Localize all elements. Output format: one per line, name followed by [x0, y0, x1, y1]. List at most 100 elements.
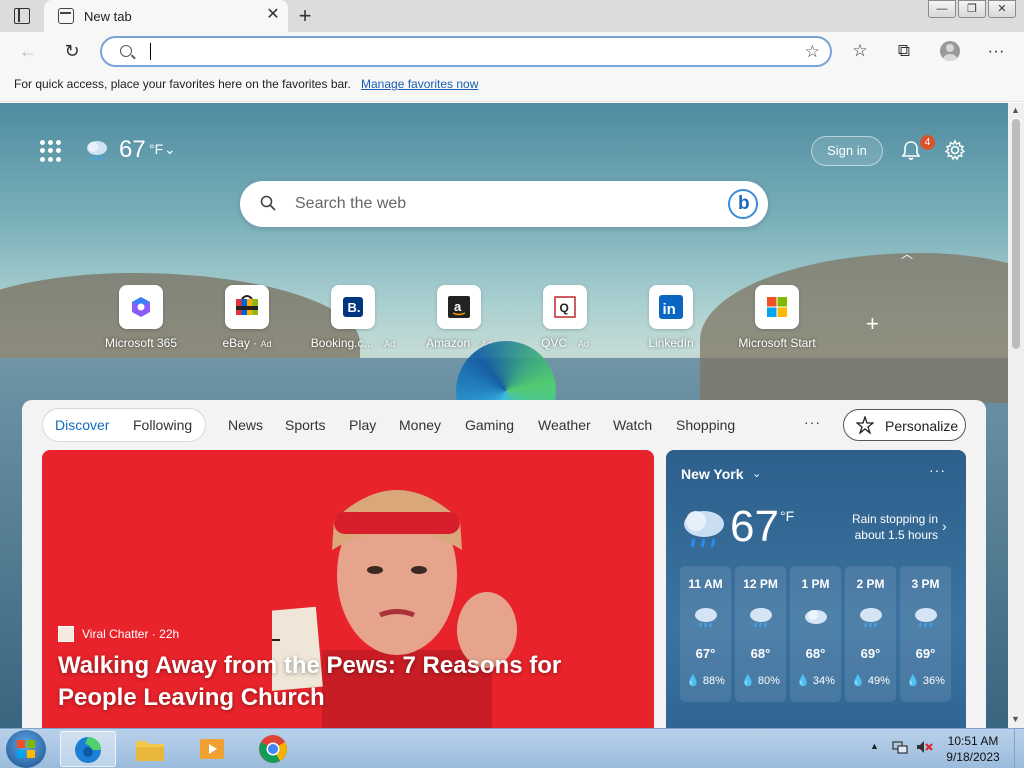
show-desktop-button[interactable] [1014, 729, 1024, 768]
app-launcher-icon[interactable] [40, 140, 62, 162]
svg-text:B.: B. [348, 300, 361, 315]
tab-sports[interactable]: Sports [285, 417, 325, 433]
forecast-rain-chance: 36% [922, 675, 945, 687]
tile-label: Microsoft Start [738, 336, 816, 350]
notifications-bell-icon[interactable] [900, 139, 922, 161]
show-hidden-icons-icon[interactable]: ▲ [870, 741, 879, 751]
bing-chat-icon[interactable] [728, 189, 758, 219]
notification-count-badge: 4 [920, 135, 935, 150]
svg-text:in: in [663, 301, 676, 318]
start-button[interactable] [6, 730, 46, 768]
tab-following[interactable]: Following [133, 417, 192, 433]
amazon-icon: a [437, 285, 481, 329]
folder-icon [136, 741, 164, 761]
current-temperature: 67 [730, 502, 779, 551]
tab-gaming[interactable]: Gaming [465, 417, 514, 433]
search-placeholder: Search the web [295, 195, 407, 212]
quick-link-microsoft-365[interactable]: Microsoft 365 [88, 285, 194, 355]
tab-new-tab[interactable]: New tab ✕ [44, 0, 288, 32]
temperature-unit: °F [780, 508, 795, 524]
rain-cloud-icon [684, 511, 724, 548]
forecast-temp: 68° [750, 646, 771, 661]
quick-link-microsoft-start[interactable]: Microsoft Start [724, 285, 830, 355]
weather-more-button[interactable]: ··· [929, 462, 946, 478]
tile-label: Booking.c... [310, 336, 374, 350]
tab-weather[interactable]: Weather [538, 417, 591, 433]
tab-title: New tab [84, 9, 132, 24]
address-bar[interactable]: ☆ [100, 36, 832, 67]
web-search-box[interactable]: Search the web [240, 181, 768, 227]
header-temperature[interactable]: 67 [119, 136, 146, 164]
scrollbar-thumb[interactable] [1012, 119, 1020, 349]
network-icon[interactable] [892, 739, 908, 755]
weather-card[interactable]: New York ⌄ ··· 67 °F Rain stopping in ab… [666, 450, 966, 728]
collections-icon[interactable]: ⧉ [892, 39, 916, 63]
forecast-time: 2 PM [856, 577, 885, 591]
scroll-down-arrow-icon[interactable]: ▼ [1011, 714, 1020, 724]
back-button[interactable]: ← [16, 39, 40, 63]
system-clock[interactable]: 10:51 AM 9/18/2023 [940, 733, 1006, 765]
forecast-hour: 12 PM 68° 💧 80% [735, 566, 786, 702]
add-quick-link-icon[interactable]: + [866, 311, 879, 337]
favorites-icon[interactable]: ☆ [848, 39, 872, 63]
new-tab-button[interactable]: + [294, 3, 316, 29]
sign-in-button[interactable]: Sign in [811, 136, 883, 166]
page-scrollbar[interactable]: ▲ ▼ [1008, 103, 1024, 728]
search-icon [260, 195, 276, 211]
weather-city[interactable]: New York [681, 466, 744, 482]
forecast-temp: 67° [695, 646, 716, 661]
tab-shopping[interactable]: Shopping [676, 417, 735, 433]
close-window-button[interactable]: ✕ [988, 0, 1016, 18]
taskbar-media-player[interactable] [184, 731, 240, 767]
tab-actions-icon[interactable] [14, 8, 30, 24]
minimize-button[interactable]: — [928, 0, 956, 18]
text-caret [150, 43, 151, 60]
header-temperature-unit: °F [149, 141, 164, 157]
forecast-hour: 2 PM 69° 💧 49% [845, 566, 896, 702]
settings-more-icon[interactable]: ··· [984, 39, 1008, 63]
scroll-up-arrow-icon[interactable]: ▲ [1011, 105, 1020, 115]
taskbar-file-explorer[interactable] [122, 731, 178, 767]
taskbar-chrome[interactable] [246, 731, 302, 767]
tile-label: Microsoft 365 [104, 336, 178, 350]
add-favorite-icon[interactable]: ☆ [805, 42, 820, 62]
restore-button[interactable]: ❐ [958, 0, 986, 18]
chevron-down-icon[interactable]: ⌄ [164, 141, 176, 158]
weather-summary[interactable]: Rain stopping in about 1.5 hours [834, 511, 938, 543]
forecast-time: 12 PM [743, 577, 778, 591]
tab-money[interactable]: Money [399, 417, 441, 433]
qvc-icon: Q [543, 285, 587, 329]
chevron-up-icon[interactable]: ︿ [901, 245, 913, 262]
manage-favorites-link[interactable]: Manage favorites now [361, 77, 478, 91]
chrome-icon [259, 735, 287, 763]
gear-icon[interactable] [944, 139, 966, 161]
refresh-button[interactable]: ↻ [60, 39, 84, 63]
profile-avatar-icon[interactable] [940, 41, 960, 61]
rain-cloud-icon[interactable] [84, 139, 110, 161]
tab-watch[interactable]: Watch [613, 417, 652, 433]
more-tabs-button[interactable]: ··· [804, 414, 821, 430]
windows-logo-icon [17, 740, 35, 758]
tile-label: LinkedIn [648, 336, 694, 350]
tab-news[interactable]: News [228, 417, 263, 433]
taskbar-edge[interactable] [60, 731, 116, 767]
tab-close-button[interactable]: ✕ [264, 6, 282, 24]
quick-link-linkedin[interactable]: in LinkedIn [618, 285, 724, 355]
hero-article-card[interactable]: Viral Chatter · 22h Walking Away from th… [42, 450, 654, 728]
article-source: Viral Chatter · 22h [82, 627, 180, 641]
tile-label: Amazon [426, 336, 471, 350]
hourly-forecast: 11 AM 67° 💧 88% 12 PM 68° 💧 80% 1 PM 68°… [680, 566, 954, 702]
personalize-label: Personalize [885, 418, 959, 434]
personalize-button[interactable]: Personalize [843, 409, 966, 441]
quick-link-qvc[interactable]: Q QVC · Ad [512, 285, 618, 355]
chevron-right-icon[interactable]: › [942, 518, 947, 534]
volume-muted-icon[interactable] [915, 739, 933, 755]
article-title[interactable]: Walking Away from the Pews: 7 Reasons fo… [58, 650, 638, 714]
quick-link-ebay[interactable]: eBay · Ad [194, 285, 300, 355]
quick-link-booking[interactable]: B. Booking.c... · Ad [300, 285, 406, 355]
clock-time: 10:51 AM [947, 734, 999, 748]
chevron-down-icon[interactable]: ⌄ [752, 467, 761, 480]
edge-icon [75, 737, 101, 763]
tab-discover[interactable]: Discover [55, 417, 109, 433]
tab-play[interactable]: Play [349, 417, 376, 433]
